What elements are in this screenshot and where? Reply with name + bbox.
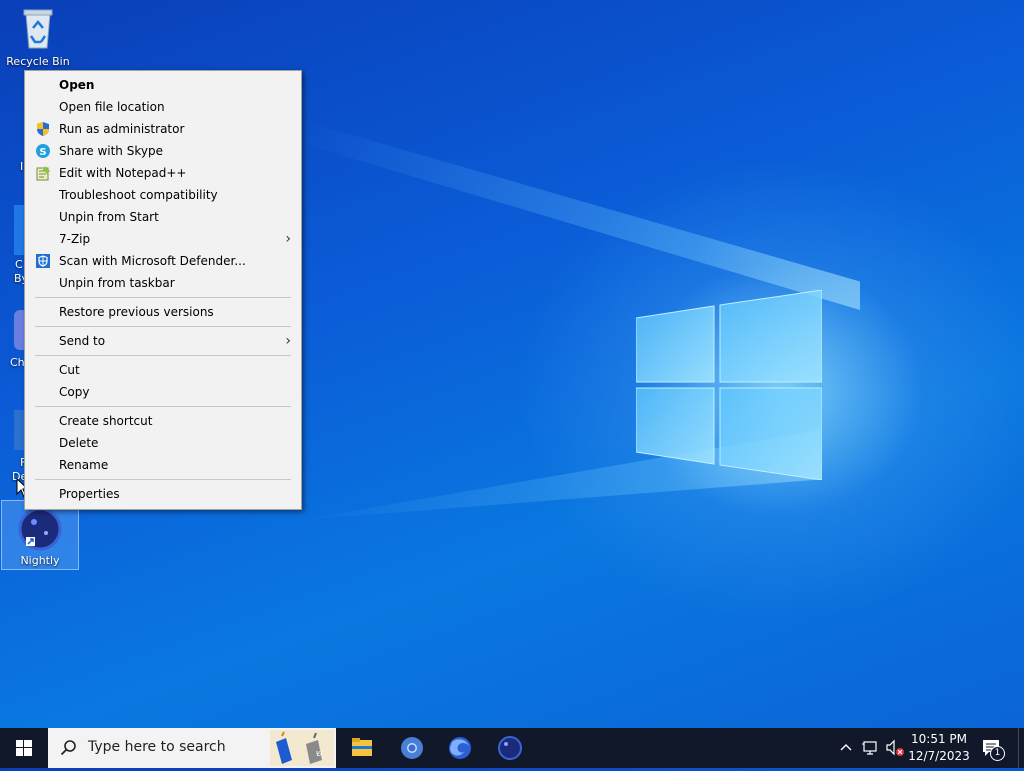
menu-separator — [35, 355, 291, 356]
menu-item-unpin-from-taskbar[interactable]: Unpin from taskbar — [25, 272, 301, 294]
file-explorer-icon — [352, 738, 372, 756]
menu-item-label: Open file location — [59, 100, 165, 114]
chevron-up-icon[interactable] — [838, 740, 854, 756]
firefox-nightly-icon — [498, 736, 522, 760]
network-icon[interactable] — [862, 739, 880, 757]
volume-muted-icon[interactable] — [885, 739, 905, 757]
svg-text:ש: ש — [316, 749, 322, 759]
menu-item-send-to[interactable]: Send to › — [25, 330, 301, 352]
menu-item-run-as-administrator[interactable]: Run as administrator — [25, 118, 301, 140]
show-desktop-button[interactable] — [1018, 728, 1024, 768]
menu-item-label: Open — [59, 78, 95, 92]
desktop-icon-nightly[interactable]: Nightly — [1, 500, 79, 570]
menu-item-label: Share with Skype — [59, 144, 163, 158]
menu-separator — [35, 479, 291, 480]
menu-item-cut[interactable]: Cut — [25, 359, 301, 381]
menu-separator — [35, 297, 291, 298]
taskbar-chrome[interactable] — [388, 728, 436, 768]
notepadpp-icon — [36, 166, 50, 181]
defender-icon — [36, 254, 50, 268]
clock-time[interactable]: 10:51 PM — [906, 732, 972, 746]
chevron-right-icon: › — [285, 333, 291, 349]
uac-shield-icon — [37, 122, 49, 136]
menu-item-label: Create shortcut — [59, 414, 153, 428]
firefox-nightly-icon — [18, 507, 62, 551]
svg-text:S: S — [39, 147, 46, 158]
menu-item-open[interactable]: Open — [25, 74, 301, 96]
search-box[interactable]: Type here to search ש — [48, 728, 336, 768]
menu-item-label: Restore previous versions — [59, 305, 214, 319]
menu-item-restore-previous-versions[interactable]: Restore previous versions — [25, 301, 301, 323]
recycle-bin-icon — [23, 9, 53, 49]
desktop-partial-label: C — [15, 258, 23, 271]
windows-start-icon — [16, 740, 32, 756]
hanukkah-dreidel-icon: ש — [270, 730, 334, 766]
search-icon — [60, 740, 76, 756]
skype-icon: S — [36, 144, 50, 158]
menu-separator — [35, 406, 291, 407]
menu-item-troubleshoot-compatibility[interactable]: Troubleshoot compatibility — [25, 184, 301, 206]
menu-item-label: Cut — [59, 363, 80, 377]
menu-item-properties[interactable]: Properties — [25, 483, 301, 505]
context-menu: Open Open file location Run as administr… — [24, 70, 302, 510]
desktop-icon-label: Nightly — [20, 554, 60, 567]
menu-item-label: Delete — [59, 436, 99, 450]
menu-item-label: Properties — [59, 487, 120, 501]
menu-item-unpin-from-start[interactable]: Unpin from Start — [25, 206, 301, 228]
taskbar: Type here to search ש 10:51 PM 12/7/2023… — [0, 728, 1024, 768]
menu-item-copy[interactable]: Copy — [25, 381, 301, 403]
clock-date[interactable]: 12/7/2023 — [906, 749, 972, 763]
desktop-icon-label: Recycle Bin — [6, 55, 70, 68]
search-placeholder: Type here to search — [88, 739, 226, 755]
taskbar-file-explorer[interactable] — [338, 728, 386, 768]
menu-item-label: Unpin from taskbar — [59, 276, 175, 290]
menu-item-share-with-skype[interactable]: S Share with Skype — [25, 140, 301, 162]
start-button[interactable] — [0, 728, 48, 768]
windows-wallpaper-logo — [636, 290, 822, 480]
menu-item-label: Run as administrator — [59, 122, 185, 136]
menu-item-label: Edit with Notepad++ — [59, 166, 187, 180]
desktop-partial-label: Ch — [10, 356, 25, 369]
menu-separator — [35, 326, 291, 327]
action-center-button[interactable]: 1 — [980, 736, 1005, 761]
menu-item-rename[interactable]: Rename — [25, 454, 301, 476]
desktop-icon-recycle-bin[interactable]: Recycle Bin — [0, 6, 76, 68]
taskbar-firefox[interactable] — [436, 728, 484, 768]
menu-item-label: Send to — [59, 334, 106, 348]
menu-item-label: Unpin from Start — [59, 210, 159, 224]
menu-item-open-file-location[interactable]: Open file location — [25, 96, 301, 118]
chrome-icon — [401, 737, 423, 759]
wallpaper-light-beam — [300, 120, 860, 310]
taskbar-firefox-nightly[interactable] — [486, 728, 534, 768]
menu-item-label: Troubleshoot compatibility — [59, 188, 218, 202]
menu-item-7zip[interactable]: 7-Zip › — [25, 228, 301, 250]
menu-item-scan-with-defender[interactable]: Scan with Microsoft Defender... — [25, 250, 301, 272]
menu-item-create-shortcut[interactable]: Create shortcut — [25, 410, 301, 432]
menu-item-label: Copy — [59, 385, 90, 399]
menu-item-edit-with-notepadpp[interactable]: Edit with Notepad++ — [25, 162, 301, 184]
menu-item-delete[interactable]: Delete — [25, 432, 301, 454]
chevron-right-icon: › — [285, 231, 291, 247]
menu-item-label: 7-Zip — [59, 232, 91, 246]
menu-item-label: Scan with Microsoft Defender... — [59, 254, 246, 268]
menu-item-label: Rename — [59, 458, 109, 472]
desktop-partial-label: I — [20, 160, 24, 173]
notification-count-badge: 1 — [990, 746, 1005, 761]
firefox-icon — [449, 737, 471, 759]
